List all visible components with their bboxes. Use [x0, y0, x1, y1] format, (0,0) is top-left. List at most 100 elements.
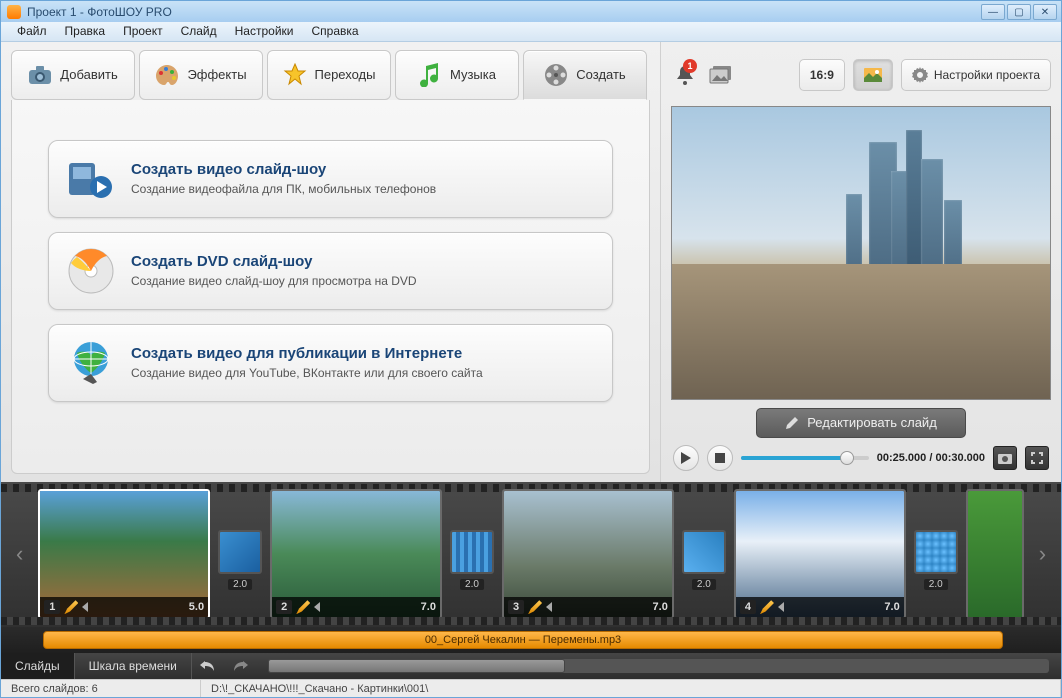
aspect-ratio-button[interactable]: 16:9 [799, 59, 845, 91]
tab-effects[interactable]: Эффекты [139, 50, 263, 100]
transition-card[interactable]: 2.0 [218, 530, 262, 574]
palette-icon [155, 63, 179, 87]
slide-menu-icon[interactable] [314, 602, 320, 612]
gallery-icon [709, 65, 733, 85]
slide-duration: 5.0 [189, 601, 204, 613]
reel-icon [544, 63, 568, 87]
fullscreen-button[interactable] [1025, 446, 1049, 470]
app-window: Проект 1 - ФотоШОУ PRO — ▢ ✕ Файл Правка… [0, 0, 1062, 698]
maximize-button[interactable]: ▢ [1007, 4, 1031, 20]
create-web-title: Создать видео для публикации в Интернете [131, 345, 483, 362]
progress-slider[interactable] [741, 456, 869, 460]
transition-duration: 2.0 [924, 579, 948, 590]
create-video-title: Создать видео слайд-шоу [131, 161, 436, 178]
edit-slide-label: Редактировать слайд [807, 415, 937, 430]
audio-clip[interactable]: 00_Сергей Чекалин — Перемены.mp3 [43, 631, 1003, 649]
create-video-desc: Создание видеофайла для ПК, мобильных те… [131, 182, 436, 196]
tab-music[interactable]: Музыка [395, 50, 519, 100]
aspect-ratio-label: 16:9 [810, 68, 834, 82]
slide-card[interactable]: 3 7.0 [502, 489, 674, 619]
player-bar: 00:25.000 / 00:30.000 [671, 442, 1051, 474]
edit-slide-icon[interactable] [528, 600, 542, 614]
music-icon [418, 63, 442, 87]
create-web-button[interactable]: Создать видео для публикации в Интернете… [48, 324, 613, 402]
slide-number: 4 [740, 600, 756, 614]
view-slides-tab[interactable]: Слайды [1, 653, 75, 679]
globe-icon [67, 339, 115, 387]
window-title: Проект 1 - ФотоШОУ PRO [27, 5, 172, 19]
slide-menu-icon[interactable] [82, 602, 88, 612]
picture-icon [864, 68, 882, 82]
fullscreen-icon [1031, 452, 1043, 464]
main-tabs: Добавить Эффекты Переходы Музыка Создать [11, 50, 650, 100]
timeline-prev[interactable]: ‹ [9, 529, 30, 579]
project-settings-button[interactable]: Настройки проекта [901, 59, 1051, 91]
slide-duration: 7.0 [421, 601, 436, 613]
video-file-icon [67, 155, 115, 203]
right-pane: 1 16:9 Настройки проекта [661, 42, 1061, 482]
slide-menu-icon[interactable] [546, 602, 552, 612]
menu-slide[interactable]: Слайд [173, 22, 225, 40]
create-dvd-desc: Создание видео слайд-шоу для просмотра н… [131, 274, 417, 288]
stop-button[interactable] [707, 445, 733, 471]
view-timeline-tab[interactable]: Шкала времени [75, 653, 192, 679]
create-video-button[interactable]: Создать видео слайд-шоу Создание видеофа… [48, 140, 613, 218]
slide-duration: 7.0 [884, 601, 899, 613]
transition-duration: 2.0 [228, 579, 252, 590]
play-button[interactable] [673, 445, 699, 471]
edit-slide-button[interactable]: Редактировать слайд [756, 408, 966, 438]
preview-area[interactable] [671, 106, 1051, 400]
background-button[interactable] [853, 59, 893, 91]
redo-icon [232, 659, 248, 673]
timeline: ‹ 1 5.0 2.0 2 7.0 2.0 [1, 482, 1061, 627]
transition-duration: 2.0 [692, 579, 716, 590]
camera-small-icon [998, 452, 1012, 464]
slide-card[interactable]: 1 5.0 [38, 489, 210, 619]
slide-card[interactable]: 4 7.0 [734, 489, 906, 619]
left-pane: Добавить Эффекты Переходы Музыка Создать [1, 42, 661, 482]
tab-transitions[interactable]: Переходы [267, 50, 391, 100]
statusbar: Всего слайдов: 6 D:\!_СКАЧАНО\!!!_Скачан… [1, 679, 1061, 697]
status-path: D:\!_СКАЧАНО\!!!_Скачано - Картинки\001\ [201, 680, 1061, 697]
undo-button[interactable] [195, 656, 221, 676]
bottom-bar: Слайды Шкала времени [1, 653, 1061, 679]
menu-project[interactable]: Проект [115, 22, 171, 40]
tab-create[interactable]: Создать [523, 50, 647, 100]
transition-card[interactable]: 2.0 [682, 530, 726, 574]
slide-duration: 7.0 [653, 601, 668, 613]
minimize-button[interactable]: — [981, 4, 1005, 20]
slide-card[interactable]: 2 7.0 [270, 489, 442, 619]
transition-card[interactable]: 2.0 [450, 530, 494, 574]
edit-slide-icon[interactable] [296, 600, 310, 614]
create-dvd-button[interactable]: Создать DVD слайд-шоу Создание видео сла… [48, 232, 613, 310]
close-button[interactable]: ✕ [1033, 4, 1057, 20]
window-controls: — ▢ ✕ [981, 4, 1057, 20]
slide-number: 2 [276, 600, 292, 614]
right-toolbar: 1 16:9 Настройки проекта [671, 50, 1051, 100]
notifications-button[interactable]: 1 [671, 61, 699, 89]
menu-help[interactable]: Справка [303, 22, 366, 40]
menu-file[interactable]: Файл [9, 22, 55, 40]
tab-effects-label: Эффекты [187, 67, 246, 82]
edit-slide-icon[interactable] [760, 600, 774, 614]
titlebar: Проект 1 - ФотоШОУ PRO — ▢ ✕ [1, 1, 1061, 22]
transition-card[interactable]: 2.0 [914, 530, 958, 574]
timeline-next[interactable]: › [1032, 529, 1053, 579]
snapshot-button[interactable] [993, 446, 1017, 470]
menu-settings[interactable]: Настройки [227, 22, 302, 40]
timeline-scrollbar[interactable] [268, 659, 1049, 673]
menu-edit[interactable]: Правка [57, 22, 114, 40]
create-web-desc: Создание видео для YouTube, ВКонтакте ил… [131, 366, 483, 380]
slide-number: 3 [508, 600, 524, 614]
slide-menu-icon[interactable] [778, 602, 784, 612]
gallery-button[interactable] [707, 61, 735, 89]
tab-add[interactable]: Добавить [11, 50, 135, 100]
tab-music-label: Музыка [450, 67, 496, 82]
tab-create-label: Создать [576, 67, 625, 82]
pencil-icon [785, 416, 799, 430]
tab-transitions-label: Переходы [315, 67, 376, 82]
audio-track: 00_Сергей Чекалин — Перемены.mp3 [1, 627, 1061, 653]
edit-slide-icon[interactable] [64, 600, 78, 614]
redo-button[interactable] [227, 656, 253, 676]
slide-card[interactable] [966, 489, 1024, 619]
